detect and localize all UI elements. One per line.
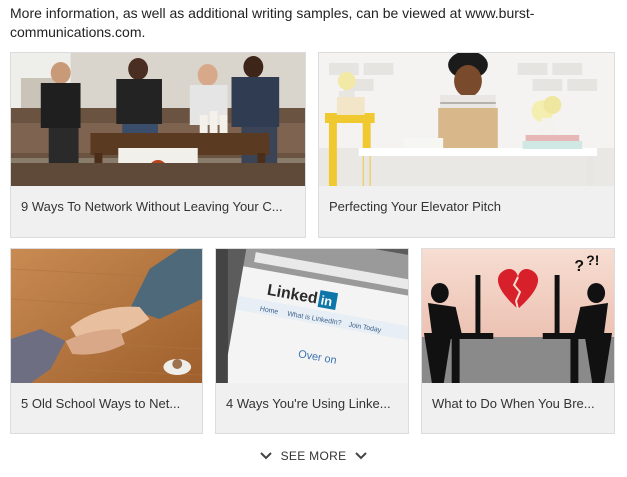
see-more-label[interactable]: SEE MORE xyxy=(281,449,347,463)
article-title[interactable]: 9 Ways To Network Without Leaving Your C… xyxy=(21,199,295,214)
svg-text:?: ? xyxy=(574,258,584,275)
article-thumbnail[interactable]: ? ?! xyxy=(422,249,614,383)
chevron-down-icon xyxy=(259,452,272,460)
article-title[interactable]: What to Do When You Bre... xyxy=(432,396,604,411)
article-thumbnail[interactable] xyxy=(11,249,202,383)
woman-laptop-image xyxy=(319,53,614,186)
svg-text:?!: ?! xyxy=(586,252,599,268)
article-thumbnail[interactable]: Linked in Home What is LinkedIn? Join To… xyxy=(216,249,408,383)
article-card-old-school[interactable]: 5 Old School Ways to Net... xyxy=(10,248,203,434)
linkedin-browser-image: Linked in Home What is LinkedIn? Join To… xyxy=(216,249,408,383)
article-card-breakup[interactable]: ? ?! What to Do When You Bre... xyxy=(421,248,615,434)
article-title[interactable]: Perfecting Your Elevator Pitch xyxy=(329,199,604,214)
see-more-button[interactable]: SEE MORE xyxy=(0,448,627,463)
intro-text: More information, as well as additional … xyxy=(10,5,535,40)
handshake-image xyxy=(11,249,202,383)
men-on-couch-image xyxy=(11,53,305,186)
article-thumbnail[interactable] xyxy=(319,53,614,186)
article-thumbnail[interactable] xyxy=(11,53,305,186)
article-card-elevator-pitch[interactable]: Perfecting Your Elevator Pitch xyxy=(318,52,615,238)
broken-heart-illustration: ? ?! xyxy=(422,249,614,383)
article-card-network[interactable]: 9 Ways To Network Without Leaving Your C… xyxy=(10,52,306,238)
article-card-linkedin[interactable]: Linked in Home What is LinkedIn? Join To… xyxy=(215,248,409,434)
article-title[interactable]: 4 Ways You're Using Linke... xyxy=(226,396,398,411)
article-title[interactable]: 5 Old School Ways to Net... xyxy=(21,396,192,411)
chevron-down-icon xyxy=(355,452,368,460)
